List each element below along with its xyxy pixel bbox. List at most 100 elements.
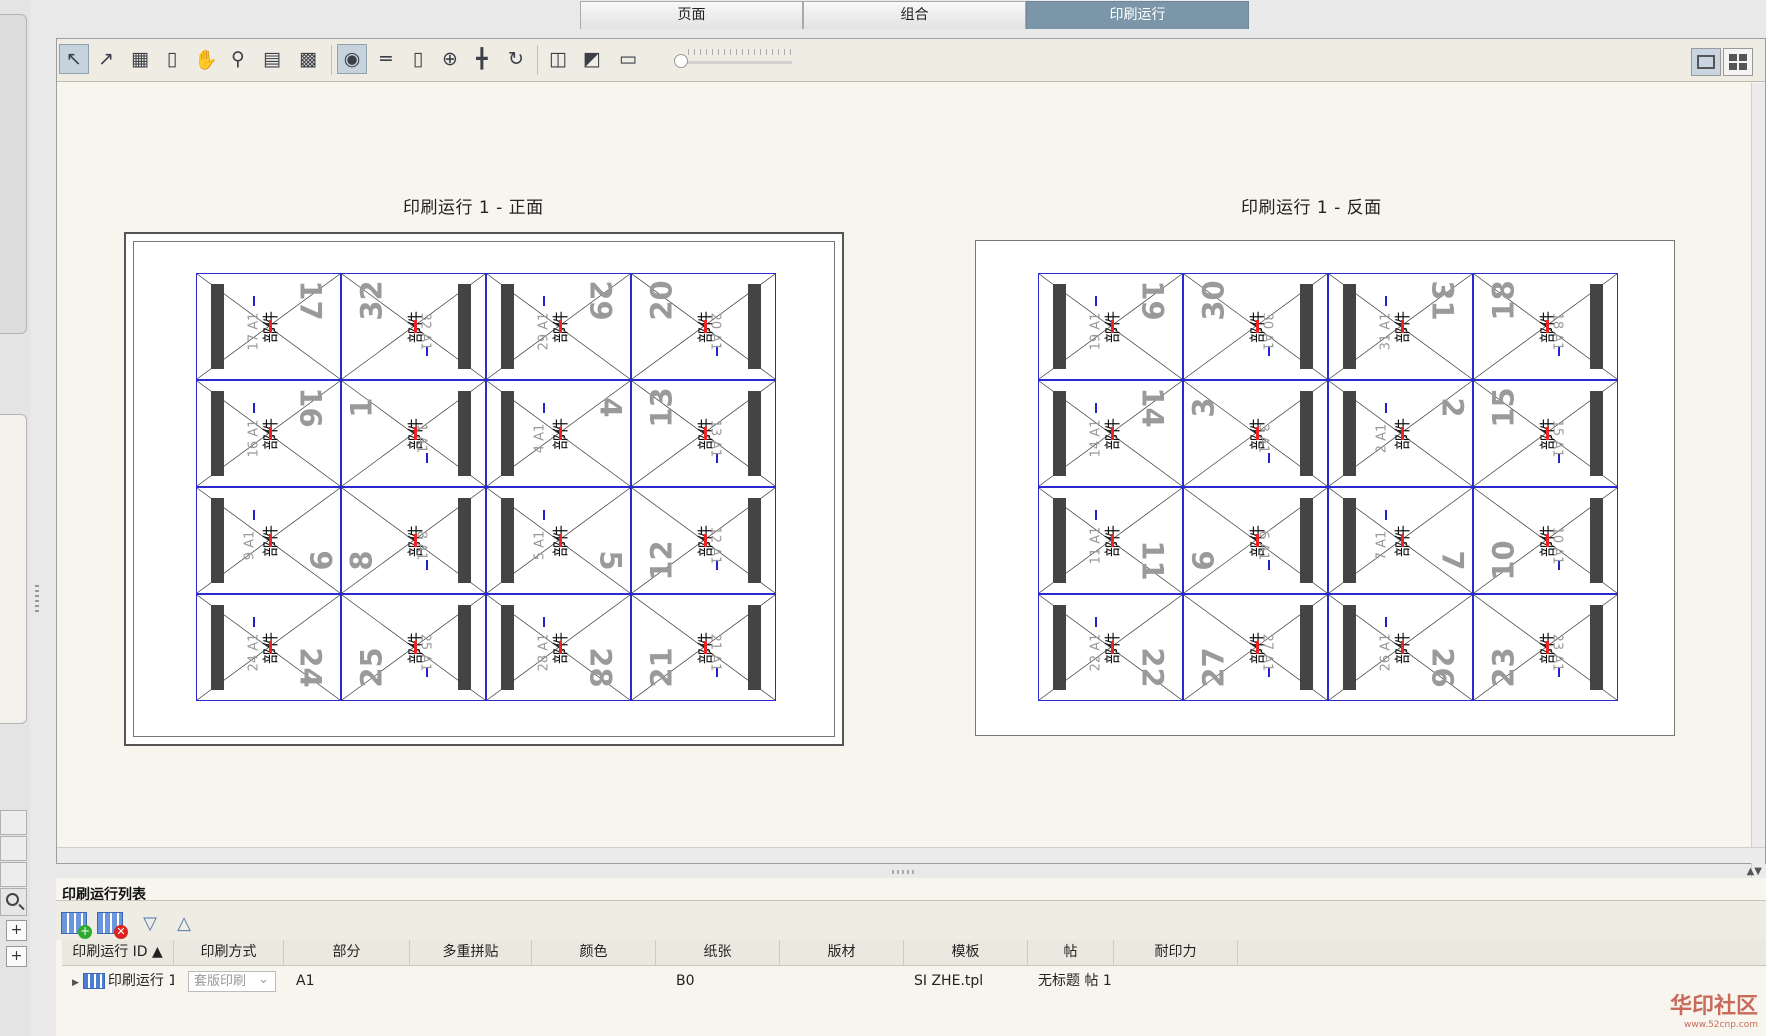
col-header-template[interactable]: 模板 [904,940,1028,966]
table-row[interactable]: ▶ 印刷运行 1 套版印刷 A1 B0 SI ZHE.tpl 无标题 帖 1 [62,967,1766,995]
registration-mark-red [1255,641,1259,655]
col-header-id[interactable]: 印刷运行 ID ▲ [62,940,174,966]
col-header-multi[interactable]: 多重拼贴 [410,940,532,966]
col-header-paper[interactable]: 纸张 [656,940,780,966]
imposed-page-tile[interactable]: 26部件26 A1 [1328,594,1473,701]
left-panel-tab-3[interactable] [0,862,27,887]
tile-code: 13 A1 [707,419,723,458]
layout-dropdown-icon[interactable]: ▤ [257,44,287,74]
left-panel-tab-2[interactable] [0,836,27,861]
imposed-page-tile[interactable]: 9部件9 A1 [196,487,341,594]
imposed-page-tile[interactable]: 12部件12 A1 [631,487,776,594]
move-up-button[interactable]: △ [168,909,200,937]
add-run-button[interactable]: + [58,909,92,939]
imposed-page-tile[interactable]: 20部件20 A1 [631,273,776,380]
imposed-page-tile[interactable]: 23部件23 A1 [1473,594,1618,701]
crosshair-icon[interactable]: ⊕ [435,44,465,74]
imposed-page-tile[interactable]: 2部件2 A1 [1328,380,1473,487]
spine-bar [458,391,471,476]
zoom-icon[interactable]: ⚲ [223,44,253,74]
imposed-page-tile[interactable]: 1部件1 A1 [341,380,486,487]
page-number-icon[interactable]: ▦ [125,44,155,74]
tab-pages[interactable]: 页面 [580,1,803,29]
arrow-select-icon[interactable]: ↖ [59,44,89,74]
slider-knob[interactable] [674,54,688,68]
tab-assembly[interactable]: 组合 [803,1,1026,29]
imposed-page-tile[interactable]: 24部件24 A1 [196,594,341,701]
vertical-grip[interactable] [35,585,39,613]
ruler-icon[interactable]: ═ [371,44,401,74]
imposed-page-tile[interactable]: 32部件32 A1 [341,273,486,380]
col-header-runlength[interactable]: 耐印力 [1114,940,1238,966]
imposed-page-tile[interactable]: 18部件18 A1 [1473,273,1618,380]
zoom-slider[interactable] [674,48,796,68]
imposed-page-tile[interactable]: 13部件13 A1 [631,380,776,487]
col-header-part[interactable]: 部分 [284,940,410,966]
view-eye-icon[interactable]: ◉ [337,44,367,74]
method-combo[interactable]: 套版印刷 [188,970,276,992]
imposed-page-tile[interactable]: 17部件17 A1 [196,273,341,380]
imposed-page-tile[interactable]: 3部件3 A1 [1183,380,1328,487]
expand-arrow-icon[interactable]: ▶ [72,978,79,988]
single-view-button[interactable] [1691,48,1721,76]
panel-collapse-arrows[interactable]: ▲▼ [1747,866,1762,877]
left-panel-tab-1[interactable] [0,810,27,835]
page-insert-icon[interactable]: ▯ [157,44,187,74]
imposed-page-tile[interactable]: 16部件16 A1 [196,380,341,487]
imposed-page-tile[interactable]: 11部件11 A1 [1038,487,1183,594]
rotate-icon[interactable]: ↻ [501,44,531,74]
col-header-method[interactable]: 印刷方式 [174,940,284,966]
imposed-page-tile[interactable]: 25部件25 A1 [341,594,486,701]
cell-method[interactable]: 套版印刷 [174,967,284,995]
move-down-button[interactable]: ▽ [134,909,166,937]
left-panel-top[interactable] [0,14,27,334]
page-icon[interactable]: ▯ [403,44,433,74]
imposed-page-tile[interactable]: 5部件5 A1 [486,487,631,594]
page-number: 10 [1486,540,1521,581]
imposed-page-tile[interactable]: 6部件6 A1 [1183,487,1328,594]
tile-code: 16 A1 [246,419,262,458]
align-icon[interactable]: ╋ [467,44,497,74]
col-header-plate[interactable]: 版材 [780,940,904,966]
imposed-page-tile[interactable]: 7部件7 A1 [1328,487,1473,594]
col-header-color[interactable]: 颜色 [532,940,656,966]
comment-icon[interactable]: ▭ [613,44,643,74]
expand-plus-button-1[interactable]: + [6,920,27,941]
left-panel-middle[interactable] [0,414,27,724]
imposed-page-tile[interactable]: 31部件31 A1 [1328,273,1473,380]
imposed-page-tile[interactable]: 29部件29 A1 [486,273,631,380]
cell-id[interactable]: ▶ 印刷运行 1 [62,967,174,995]
grid-view-button[interactable] [1723,48,1753,76]
spine-bar [1590,391,1603,476]
imposed-page-tile[interactable]: 21部件21 A1 [631,594,776,701]
imposed-page-tile[interactable]: 15部件15 A1 [1473,380,1618,487]
imposed-page-tile[interactable]: 22部件22 A1 [1038,594,1183,701]
color-marks-icon[interactable]: ▩ [293,44,323,74]
tile-code: 2 A1 [1374,423,1390,454]
imposed-page-tile[interactable]: 4部件4 A1 [486,380,631,487]
direct-select-icon[interactable]: ↗ [91,44,121,74]
expand-plus-button-2[interactable]: + [6,946,27,967]
split-view-icon[interactable]: ◫ [543,44,573,74]
col-header-signature[interactable]: 帖 [1028,940,1114,966]
imposed-page-tile[interactable]: 19部件19 A1 [1038,273,1183,380]
imposed-page-tile[interactable]: 28部件28 A1 [486,594,631,701]
vertical-scrollbar[interactable] [1751,83,1765,881]
horizontal-scrollbar[interactable] [57,847,1765,863]
sheet-front[interactable]: 17部件17 A132部件32 A129部件29 A120部件20 A1 16部件… [124,232,844,746]
tab-press-run[interactable]: 印刷运行 [1026,1,1249,29]
delete-run-button[interactable]: ✕ [94,909,128,939]
imposed-page-tile[interactable]: 8部件8 A1 [341,487,486,594]
page-number: 8 [344,550,379,571]
spine-bar [1343,605,1356,690]
imposed-page-tile[interactable]: 14部件14 A1 [1038,380,1183,487]
imposed-page-tile[interactable]: 27部件27 A1 [1183,594,1328,701]
panel-splitter[interactable] [892,870,914,874]
imposed-page-tile[interactable]: 30部件30 A1 [1183,273,1328,380]
imposed-page-tile[interactable]: 10部件10 A1 [1473,487,1618,594]
left-search-button[interactable] [0,888,27,916]
flip-icon[interactable]: ◩ [577,44,607,74]
sheet-back[interactable]: 19部件19 A130部件30 A131部件31 A118部件18 A1 14部件… [975,240,1675,736]
hand-icon[interactable]: ✋ [191,44,221,74]
tile-code: 15 A1 [1549,419,1565,458]
